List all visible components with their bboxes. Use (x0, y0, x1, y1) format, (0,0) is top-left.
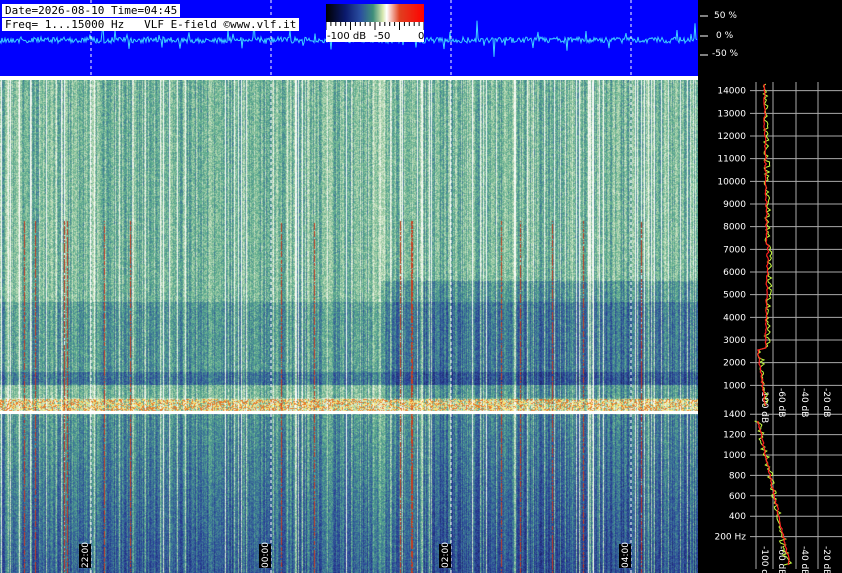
db-tick-label-lower: -60 dB (776, 546, 786, 573)
time-label-2200: 22:00 (79, 542, 91, 568)
time-label-0400: 04:00 (619, 542, 631, 568)
freq-tick-label: 1200 (723, 431, 746, 441)
colorscale-gradient (326, 4, 424, 22)
freq-tick-label: 800 (729, 471, 746, 481)
amplitude-label-zero: 0 % (716, 31, 734, 41)
freq-tick-label: 10000 (717, 177, 746, 187)
freq-tick-label: 1000 (723, 381, 746, 391)
db-tick-label-upper: -20 dB (821, 388, 831, 417)
freq-tick-label: 13000 (717, 109, 746, 119)
db-tick-label-lower: -40 dB (799, 546, 809, 573)
average-spectrum-panel: 1000 2000 3000 4000 5000 6000 7000 8000 9000 1000… (714, 82, 842, 573)
freq-tick-label: 400 (729, 512, 746, 522)
db-tick-label-upper: -40 dB (799, 388, 809, 417)
colorscale-label-max: 0 (418, 31, 425, 42)
colorscale-label-min: -100 dB (327, 31, 367, 42)
amplitude-label-plus50: 50 % (714, 11, 737, 21)
frequency-label: Freq= 1...15000 Hz VLF E-field ©www.vlf.… (2, 18, 300, 31)
vlf-spectrogram-view: Date=2026-08-10 Time=04:45 Freq= 1...150… (0, 0, 842, 573)
amplitude-label-minus50: -50 % (712, 49, 739, 59)
colorscale-label-mid: -50 (374, 31, 391, 42)
freq-tick-label: 6000 (723, 268, 746, 278)
freq-tick-label: 14000 (717, 87, 746, 97)
db-tick-label-upper: -60 dB (776, 388, 786, 417)
freq-tick-label: 600 (729, 492, 746, 502)
freq-tick-label: 5000 (723, 291, 746, 301)
freq-tick-label: 3000 (723, 336, 746, 346)
freq-tick-label: 11000 (717, 155, 746, 165)
time-label-0000: 00:00 (259, 542, 271, 568)
freq-tick-label: 12000 (717, 132, 746, 142)
freq-tick-label: 7000 (723, 245, 746, 255)
freq-tick-label: 4000 (723, 313, 746, 323)
freq-tick-label: 1000 (723, 451, 746, 461)
db-tick-label-lower: -20 dB (821, 546, 831, 573)
freq-tick-label: 9000 (723, 200, 746, 210)
amplitude-ticks (700, 15, 708, 56)
time-label-0200: 02:00 (439, 542, 451, 568)
freq-tick-label: 200 Hz (714, 533, 746, 543)
freq-tick-label: 2000 (723, 359, 746, 369)
freq-tick-label: 1400 (723, 410, 746, 420)
db-tick-label-lower: -100 dB (759, 546, 769, 573)
date-time-label: Date=2026-08-10 Time=04:45 (2, 4, 181, 17)
time-gridlines (90, 0, 632, 573)
freq-tick-label: 8000 (723, 223, 746, 233)
colorscale-ticks (326, 22, 424, 30)
